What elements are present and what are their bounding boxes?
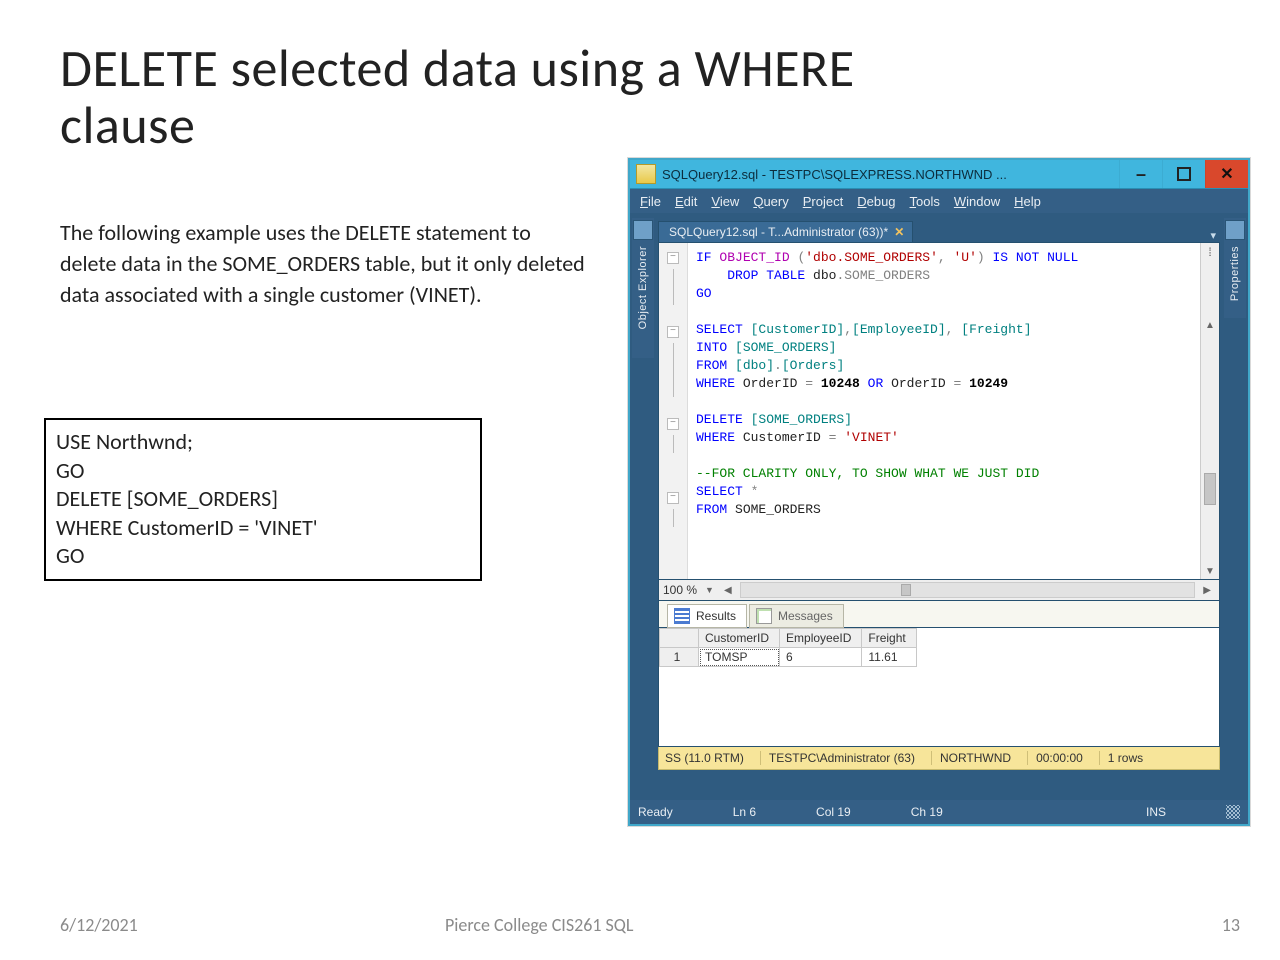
slide-body: The following example uses the DELETE st… (60, 218, 590, 310)
resize-grip-icon[interactable] (1226, 805, 1240, 819)
hscroll-right-icon[interactable]: ▶ (1199, 585, 1215, 596)
slide-code-box: USE Northwnd; GO DELETE [SOME_ORDERS] WH… (44, 418, 482, 581)
menu-view[interactable]: View (711, 194, 739, 209)
editor-zoom-row: 100 % ▼ ◀ ▶ (658, 580, 1220, 601)
menu-help[interactable]: Help (1014, 194, 1041, 209)
status-elapsed: 00:00:00 (1027, 751, 1091, 765)
object-explorer-icon[interactable] (633, 220, 653, 240)
query-status-bar: SS (11.0 RTM) TESTPC\Administrator (63) … (658, 747, 1220, 770)
results-tab[interactable]: Results (667, 604, 747, 628)
footer-date: 6/12/2021 (60, 914, 138, 936)
scrollbar-thumb[interactable] (1204, 473, 1216, 505)
left-dock[interactable]: Object Explorer (632, 218, 654, 358)
document-tab-label: SQLQuery12.sql - T...Administrator (63))… (669, 225, 888, 239)
status-line: Ln 6 (733, 805, 756, 819)
zoom-percent[interactable]: 100 % (663, 583, 699, 597)
close-button[interactable]: ✕ (1205, 160, 1248, 188)
maximize-button[interactable] (1162, 160, 1205, 188)
right-dock[interactable]: Properties (1224, 218, 1246, 318)
grid-cell-employeeid[interactable]: 6 (780, 648, 862, 667)
status-version: SS (11.0 RTM) (663, 751, 752, 765)
window-titlebar[interactable]: SQLQuery12.sql - TESTPC\SQLEXPRESS.NORTH… (630, 160, 1248, 189)
status-database: NORTHWND (931, 751, 1019, 765)
messages-tab-label: Messages (778, 609, 833, 623)
messages-tab[interactable]: Messages (749, 604, 844, 628)
menu-tools[interactable]: Tools (910, 194, 940, 209)
zoom-dropdown-icon[interactable]: ▼ (699, 585, 720, 595)
ssms-window: SQLQuery12.sql - TESTPC\SQLEXPRESS.NORTH… (628, 158, 1250, 826)
tab-overflow-icon[interactable]: ▾ (1210, 229, 1220, 242)
editor-gutter: − − − − (659, 243, 688, 579)
minimize-button[interactable]: – (1119, 160, 1162, 188)
splitter-icon[interactable]: ⁞ (1208, 245, 1211, 259)
menu-query[interactable]: Query (753, 194, 788, 209)
menu-bar[interactable]: File Edit View Query Project Debug Tools… (630, 189, 1248, 213)
scroll-down-icon[interactable]: ▼ (1205, 566, 1215, 577)
app-icon (636, 164, 656, 184)
status-rowcount: 1 rows (1099, 751, 1151, 765)
editor-vertical-scrollbar[interactable]: ⁞ ▲ ▼ (1200, 243, 1219, 579)
hscroll-left-icon[interactable]: ◀ (720, 585, 736, 596)
menu-debug[interactable]: Debug (857, 194, 895, 209)
grid-row-number: 1 (660, 648, 699, 667)
window-title: SQLQuery12.sql - TESTPC\SQLEXPRESS.NORTH… (662, 167, 1119, 182)
menu-file[interactable]: File (640, 194, 661, 209)
slide-title: DELETE selected data using a WHERE claus… (60, 40, 960, 154)
status-ch: Ch 19 (911, 805, 943, 819)
status-ready: Ready (638, 805, 673, 819)
grid-header-freight[interactable]: Freight (862, 629, 916, 648)
sql-code[interactable]: IF OBJECT_ID ('dbo.SOME_ORDERS', 'U') IS… (688, 243, 1200, 579)
document-tab[interactable]: SQLQuery12.sql - T...Administrator (63))… (658, 221, 913, 242)
footer-center: Pierce College CIS261 SQL (445, 914, 633, 936)
grid-header-row: CustomerID EmployeeID Freight (660, 629, 917, 648)
hscroll-thumb[interactable] (901, 584, 911, 596)
menu-edit[interactable]: Edit (675, 194, 697, 209)
properties-icon[interactable] (1225, 220, 1245, 240)
results-tab-label: Results (696, 609, 736, 623)
status-user: TESTPC\Administrator (63) (760, 751, 923, 765)
tab-close-icon[interactable]: ✕ (894, 225, 904, 239)
grid-header-employeeid[interactable]: EmployeeID (780, 629, 862, 648)
sql-editor[interactable]: − − − − IF OBJECT_ID ('dbo.SOME_ORDERS',… (658, 242, 1220, 580)
status-col: Col 19 (816, 805, 851, 819)
grid-header-customerid[interactable]: CustomerID (699, 629, 780, 648)
menu-window[interactable]: Window (954, 194, 1000, 209)
grid-cell-customerid[interactable]: TOMSP (699, 648, 780, 667)
status-ins: INS (1146, 805, 1166, 819)
footer-page-number: 13 (1222, 914, 1240, 936)
object-explorer-label[interactable]: Object Explorer (637, 246, 649, 329)
document-tab-strip: SQLQuery12.sql - T...Administrator (63))… (658, 218, 1220, 242)
scroll-up-icon[interactable]: ▲ (1205, 320, 1215, 331)
editor-horizontal-scrollbar[interactable] (740, 582, 1196, 598)
messages-icon (756, 608, 772, 624)
grid-cell-freight[interactable]: 11.61 (862, 648, 916, 667)
app-status-bar: Ready Ln 6 Col 19 Ch 19 INS (630, 800, 1248, 824)
menu-project[interactable]: Project (803, 194, 843, 209)
results-grid-icon (674, 608, 690, 624)
results-grid[interactable]: CustomerID EmployeeID Freight 1 TOMSP 6 … (658, 628, 1220, 747)
grid-row[interactable]: 1 TOMSP 6 11.61 (660, 648, 917, 667)
properties-label[interactable]: Properties (1229, 246, 1241, 301)
results-tab-strip: Results Messages (658, 601, 1220, 628)
